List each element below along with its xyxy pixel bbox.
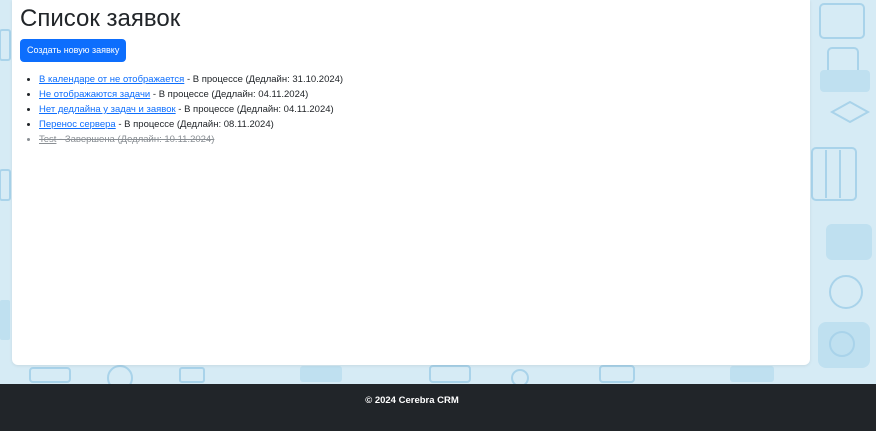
request-link[interactable]: Test — [39, 134, 56, 145]
footer: © 2024 Cerebra CRM — [0, 384, 876, 431]
list-item: Нет дедлайна у задач и заявок - В процес… — [39, 102, 343, 117]
main-card: Список заявок Создать новую заявку В кал… — [12, 0, 810, 365]
request-list: В календаре от не отображается - В проце… — [20, 72, 343, 147]
request-details: - В процессе (Дедлайн: 31.10.2024) — [184, 74, 344, 85]
page-title: Список заявок — [20, 5, 181, 32]
request-link[interactable]: Нет дедлайна у задач и заявок — [39, 104, 176, 115]
create-request-button[interactable]: Создать новую заявку — [20, 39, 127, 62]
list-item-completed: Test - Завершена (Дедлайн: 10.11.2024) — [39, 132, 343, 147]
request-details: - Завершена (Дедлайн: 10.11.2024) — [56, 134, 215, 145]
request-details: - В процессе (Дедлайн: 04.11.2024) — [175, 104, 334, 115]
request-link[interactable]: В календаре от не отображается — [39, 74, 184, 85]
footer-copyright: © 2024 Cerebra CRM — [365, 395, 459, 406]
list-item: В календаре от не отображается - В проце… — [39, 72, 343, 87]
list-item: Перенос сервера - В процессе (Дедлайн: 0… — [39, 117, 343, 132]
request-link[interactable]: Не отображаются задачи — [39, 89, 150, 100]
request-link[interactable]: Перенос сервера — [39, 119, 116, 130]
request-details: - В процессе (Дедлайн: 08.11.2024) — [115, 119, 274, 130]
list-item: Не отображаются задачи - В процессе (Дед… — [39, 87, 343, 102]
request-details: - В процессе (Дедлайн: 04.11.2024) — [150, 89, 309, 100]
